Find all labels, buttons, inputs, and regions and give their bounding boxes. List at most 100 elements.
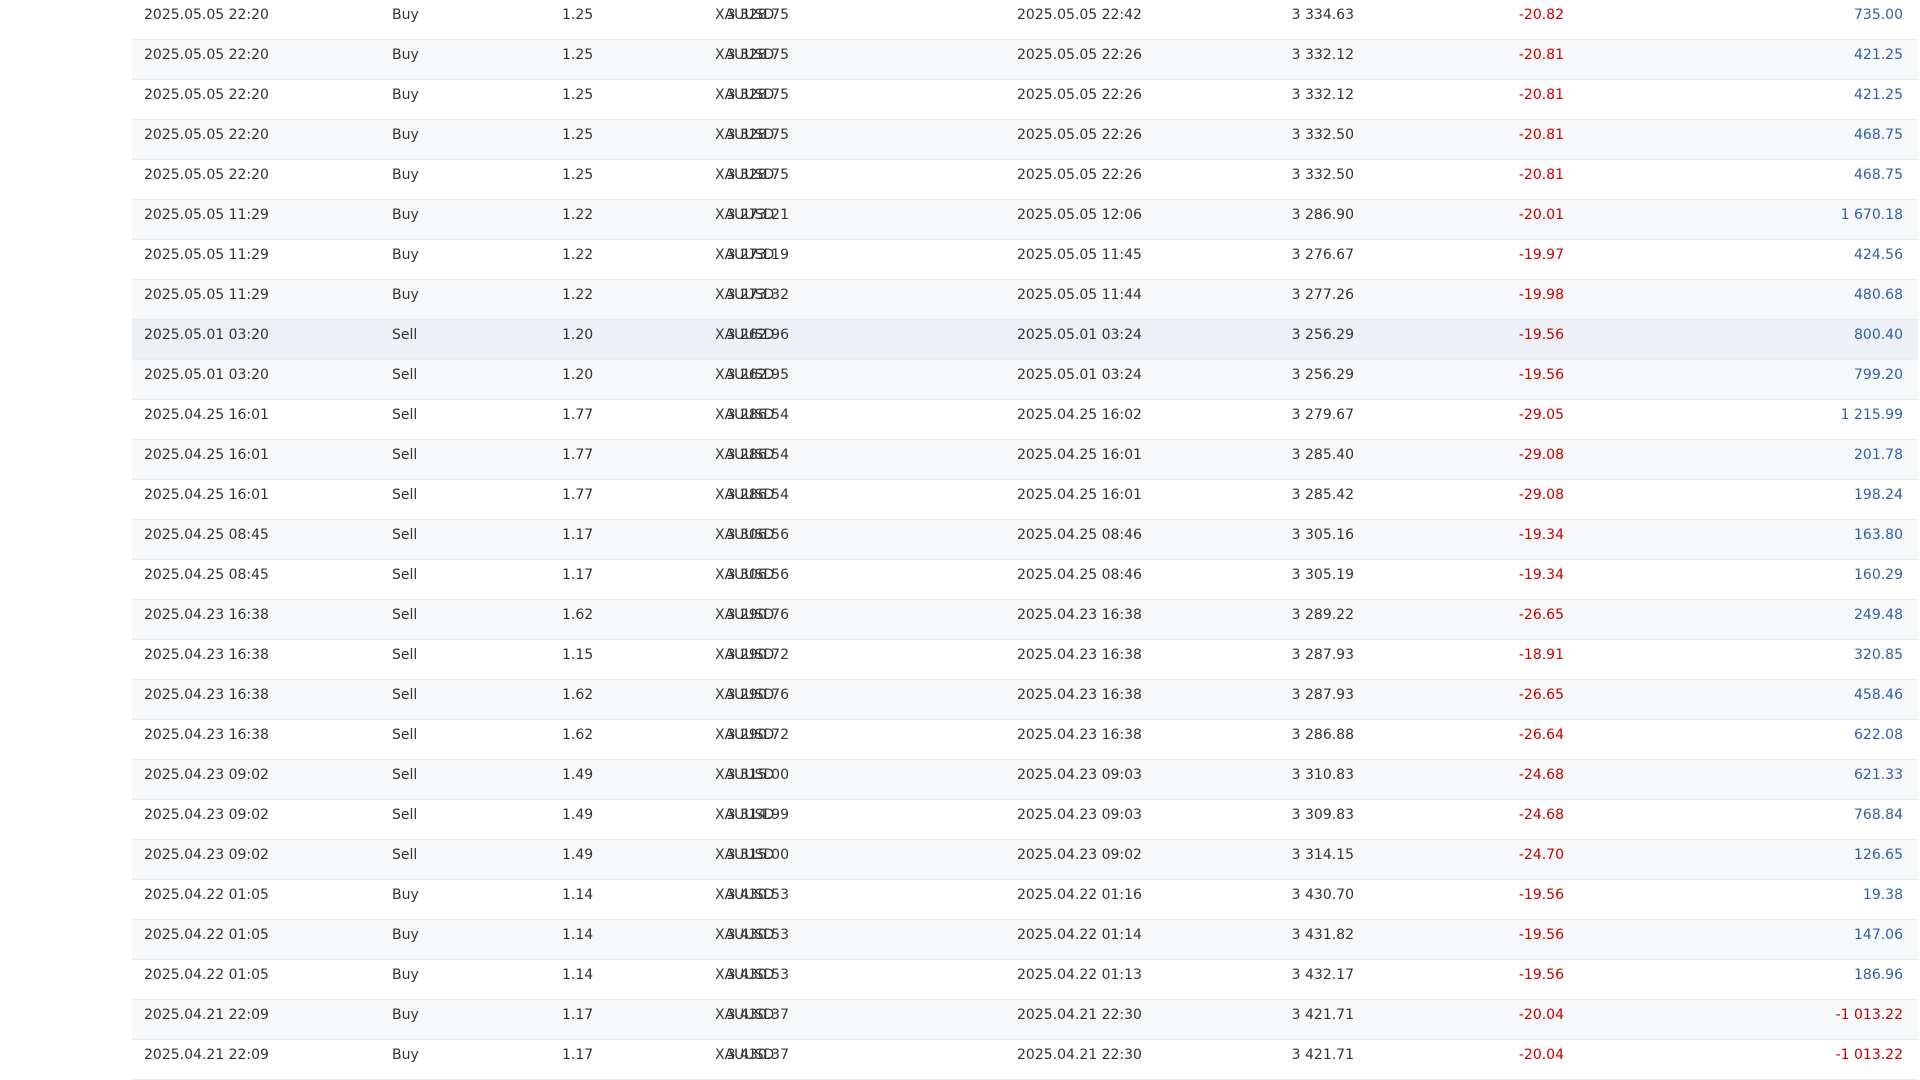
close-time-cell: 2025.05.05 22:26 — [1017, 167, 1142, 183]
type-cell: Buy — [392, 887, 419, 903]
type-cell: Buy — [392, 207, 419, 223]
close-price-cell: 3 286.90 — [1291, 207, 1354, 223]
open-price-cell: 3 262.95 — [726, 367, 789, 383]
open-price-cell: 3 328.75 — [726, 127, 789, 143]
open-price-cell: 3 315.00 — [726, 767, 789, 783]
profit-cell: 147.06 — [1854, 927, 1903, 943]
table-row[interactable]: 2025.04.21 22:09 Buy 1.17 XAUUSD 3 430.37 202… — [132, 1000, 1918, 1040]
table-row[interactable]: 2025.04.25 08:45 Sell 1.17 XAUUSD 3 306.56 20… — [132, 560, 1918, 600]
close-price-cell: 3 430.70 — [1291, 887, 1354, 903]
open-time-cell: 2025.05.05 22:20 — [144, 87, 269, 103]
profit-cell: 163.80 — [1854, 527, 1903, 543]
open-time-cell: 2025.04.25 16:01 — [144, 407, 269, 423]
type-cell: Sell — [392, 727, 418, 743]
open-price-cell: 3 430.53 — [726, 887, 789, 903]
open-price-cell: 3 273.32 — [726, 287, 789, 303]
table-row[interactable]: 2025.04.25 08:45 Sell 1.17 XAUUSD 3 306.56 20… — [132, 520, 1918, 560]
volume-cell: 1.17 — [562, 1007, 594, 1023]
close-time-cell: 2025.04.23 16:38 — [1017, 687, 1142, 703]
table-row[interactable]: 2025.04.25 16:01 Sell 1.77 XAUUSD 3 286.54 20… — [132, 440, 1918, 480]
close-price-cell: 3 421.71 — [1291, 1007, 1354, 1023]
commission-cell: -19.34 — [1518, 527, 1564, 543]
close-price-cell: 3 334.63 — [1291, 7, 1354, 23]
table-row[interactable]: 2025.05.05 22:20 Buy 1.25 XAUUSD 3 328.75 202… — [132, 80, 1918, 120]
close-time-cell: 2025.04.22 01:14 — [1017, 927, 1142, 943]
type-cell: Sell — [392, 447, 418, 463]
table-row[interactable]: 2025.04.23 09:02 Sell 1.49 XAUUSD 3 315.00 20… — [132, 760, 1918, 800]
open-price-cell: 3 273.21 — [726, 207, 789, 223]
table-row[interactable]: 2025.04.25 16:01 Sell 1.77 XAUUSD 3 286.54 20… — [132, 400, 1918, 440]
table-row[interactable]: 2025.04.23 16:38 Sell 1.62 XAUUSD 3 290.72 20… — [132, 720, 1918, 760]
commission-cell: -19.56 — [1518, 967, 1564, 983]
close-time-cell: 2025.04.23 09:03 — [1017, 807, 1142, 823]
commission-cell: -19.56 — [1518, 367, 1564, 383]
table-row[interactable]: 2025.05.05 22:20 Buy 1.25 XAUUSD 3 328.75 202… — [132, 0, 1918, 40]
type-cell: Buy — [392, 247, 419, 263]
close-time-cell: 2025.05.01 03:24 — [1017, 327, 1142, 343]
close-time-cell: 2025.05.05 22:26 — [1017, 87, 1142, 103]
volume-cell: 1.22 — [562, 247, 594, 263]
type-cell: Sell — [392, 407, 418, 423]
close-time-cell: 2025.04.22 01:16 — [1017, 887, 1142, 903]
close-time-cell: 2025.04.25 08:46 — [1017, 527, 1142, 543]
profit-cell: 424.56 — [1854, 247, 1903, 263]
type-cell: Buy — [392, 47, 419, 63]
volume-cell: 1.22 — [562, 287, 594, 303]
close-time-cell: 2025.04.25 16:02 — [1017, 407, 1142, 423]
table-row[interactable]: 2025.04.25 16:01 Sell 1.77 XAUUSD 3 286.54 20… — [132, 480, 1918, 520]
table-row[interactable]: 2025.05.05 22:20 Buy 1.25 XAUUSD 3 328.75 202… — [132, 120, 1918, 160]
open-time-cell: 2025.04.23 09:02 — [144, 847, 269, 863]
table-row[interactable]: 2025.04.21 22:09 Buy 1.17 XAUUSD 3 430.37 202… — [132, 1040, 1918, 1080]
table-row[interactable]: 2025.04.23 09:02 Sell 1.49 XAUUSD 3 314.99 20… — [132, 800, 1918, 840]
profit-cell: 1 670.18 — [1840, 207, 1903, 223]
commission-cell: -20.81 — [1518, 87, 1564, 103]
profit-cell: 622.08 — [1854, 727, 1903, 743]
open-time-cell: 2025.04.25 08:45 — [144, 527, 269, 543]
table-row[interactable]: 2025.05.01 03:20 Sell 1.20 XAUUSD 3 262.96 20… — [132, 320, 1918, 360]
table-row[interactable]: 2025.05.05 11:29 Buy 1.22 XAUUSD 3 273.32 202… — [132, 280, 1918, 320]
type-cell: Buy — [392, 967, 419, 983]
table-row[interactable]: 2025.04.23 16:38 Sell 1.62 XAUUSD 3 290.76 20… — [132, 600, 1918, 640]
profit-cell: 421.25 — [1854, 87, 1903, 103]
type-cell: Sell — [392, 367, 418, 383]
table-row[interactable]: 2025.04.22 01:05 Buy 1.14 XAUUSD 3 430.53 202… — [132, 960, 1918, 1000]
table-row[interactable]: 2025.05.05 11:29 Buy 1.22 XAUUSD 3 273.19 202… — [132, 240, 1918, 280]
profit-cell: 160.29 — [1854, 567, 1903, 583]
commission-cell: -19.98 — [1518, 287, 1564, 303]
open-time-cell: 2025.04.25 16:01 — [144, 487, 269, 503]
open-time-cell: 2025.04.23 09:02 — [144, 767, 269, 783]
table-row[interactable]: 2025.04.22 01:05 Buy 1.14 XAUUSD 3 430.53 202… — [132, 880, 1918, 920]
table-row[interactable]: 2025.05.01 03:20 Sell 1.20 XAUUSD 3 262.95 20… — [132, 360, 1918, 400]
commission-cell: -26.64 — [1518, 727, 1564, 743]
profit-cell: 19.38 — [1862, 887, 1903, 903]
close-price-cell: 3 305.19 — [1291, 567, 1354, 583]
table-row[interactable]: 2025.05.05 22:20 Buy 1.25 XAUUSD 3 328.75 202… — [132, 160, 1918, 200]
open-price-cell: 3 430.37 — [726, 1007, 789, 1023]
type-cell: Buy — [392, 167, 419, 183]
close-time-cell: 2025.04.23 09:03 — [1017, 767, 1142, 783]
table-row[interactable]: 2025.04.22 01:05 Buy 1.14 XAUUSD 3 430.53 202… — [132, 920, 1918, 960]
close-price-cell: 3 332.12 — [1291, 87, 1354, 103]
table-row[interactable]: 2025.05.05 11:29 Buy 1.22 XAUUSD 3 273.21 202… — [132, 200, 1918, 240]
table-row[interactable]: 2025.05.05 22:20 Buy 1.25 XAUUSD 3 328.75 202… — [132, 40, 1918, 80]
profit-cell: 249.48 — [1854, 607, 1903, 623]
volume-cell: 1.77 — [562, 487, 594, 503]
open-time-cell: 2025.04.23 16:38 — [144, 607, 269, 623]
open-time-cell: 2025.04.25 16:01 — [144, 447, 269, 463]
trade-history-table: 2025.05.05 22:20 Buy 1.25 XAUUSD 3 328.75 202… — [132, 0, 1918, 1080]
profit-cell: 468.75 — [1854, 127, 1903, 143]
close-price-cell: 3 309.83 — [1291, 807, 1354, 823]
table-row[interactable]: 2025.04.23 16:38 Sell 1.62 XAUUSD 3 290.76 20… — [132, 680, 1918, 720]
open-time-cell: 2025.05.01 03:20 — [144, 367, 269, 383]
volume-cell: 1.14 — [562, 927, 594, 943]
table-row[interactable]: 2025.04.23 16:38 Sell 1.15 XAUUSD 3 290.72 20… — [132, 640, 1918, 680]
close-time-cell: 2025.04.23 16:38 — [1017, 607, 1142, 623]
table-row[interactable]: 2025.04.23 09:02 Sell 1.49 XAUUSD 3 315.00 20… — [132, 840, 1918, 880]
close-price-cell: 3 421.71 — [1291, 1047, 1354, 1063]
close-price-cell: 3 332.50 — [1291, 127, 1354, 143]
commission-cell: -29.08 — [1518, 447, 1564, 463]
volume-cell: 1.62 — [562, 687, 594, 703]
profit-cell: 800.40 — [1854, 327, 1903, 343]
commission-cell: -19.56 — [1518, 887, 1564, 903]
volume-cell: 1.17 — [562, 1047, 594, 1063]
